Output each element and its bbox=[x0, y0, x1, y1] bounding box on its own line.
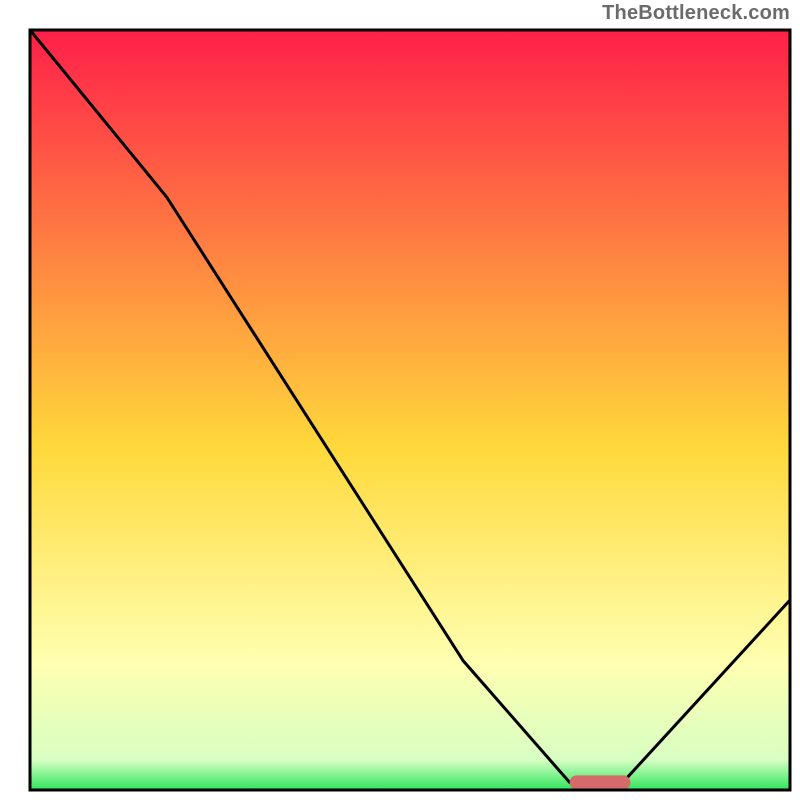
bottleneck-chart bbox=[0, 0, 800, 800]
chart-container: TheBottleneck.com bbox=[0, 0, 800, 800]
plot-area bbox=[30, 30, 790, 790]
optimum-marker bbox=[570, 775, 631, 789]
plot-background bbox=[30, 30, 790, 790]
